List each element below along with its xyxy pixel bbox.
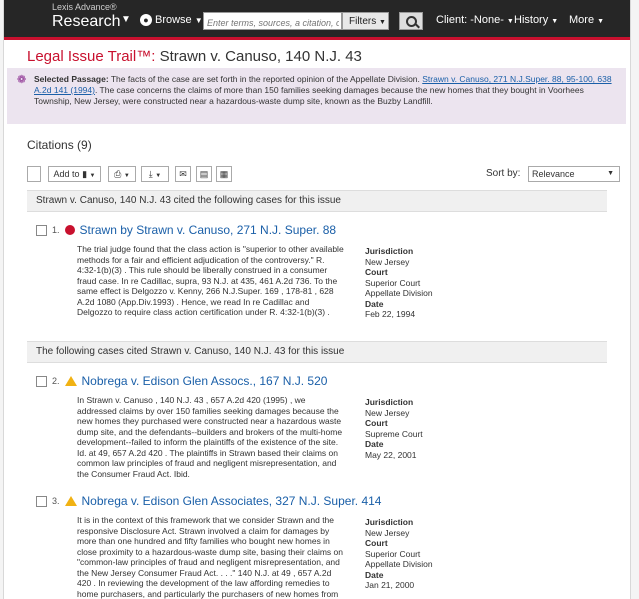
history-menu[interactable]: History ▼ <box>514 14 558 26</box>
red-warning-icon[interactable] <box>64 225 75 235</box>
search-box <box>203 12 342 32</box>
date-value: May 22, 2001 <box>365 449 417 460</box>
chevron-down-icon: ▼ <box>597 18 605 25</box>
chevron-down-icon: ▼ <box>155 173 162 179</box>
add-to-label: Add to <box>53 169 80 179</box>
brand-subtitle: Lexis Advance® <box>52 2 117 12</box>
sort-value: Relevance <box>532 169 575 179</box>
jurisdiction-value: New Jersey <box>365 527 410 538</box>
top-navigation-bar: Lexis Advance® Research ▼ ● Browse ▼ Fil… <box>4 0 630 37</box>
date-label: Date <box>365 439 384 449</box>
case-title-link[interactable]: Nobrega v. Edison Glen Assocs., 167 N.J.… <box>82 374 328 388</box>
court-label: Court <box>365 267 388 277</box>
jurisdiction-value: New Jersey <box>365 256 410 267</box>
notes-icon: ▦ <box>219 169 229 179</box>
selected-passage: ❁ Selected Passage: The facts of the cas… <box>7 68 626 124</box>
chevron-down-icon[interactable]: ▼ <box>121 14 131 25</box>
page-title: Legal Issue Trail™: Strawn v. Canuso, 14… <box>27 48 362 65</box>
passage-icon: ❁ <box>17 74 27 86</box>
court-label: Court <box>365 418 388 428</box>
page: Lexis Advance® Research ▼ ● Browse ▼ Fil… <box>3 0 631 599</box>
add-to-button[interactable]: Add to ▮ ▼ <box>48 166 101 182</box>
date-value: Jan 21, 2000 <box>365 580 415 590</box>
globe-icon: ● <box>140 14 152 26</box>
title-case: Strawn v. Canuso, 140 N.J. 43 <box>155 48 362 65</box>
date-value: Feb 22, 1994 <box>365 309 416 319</box>
brand-title: Research <box>52 13 121 30</box>
print-icon: ⎙ <box>114 169 122 179</box>
filters-button[interactable]: Filters ▼ <box>342 12 389 30</box>
sort-select[interactable]: Relevance ▼ <box>528 166 620 182</box>
chevron-down-icon: ▼ <box>194 15 203 25</box>
chevron-down-icon: ▼ <box>89 173 96 179</box>
case-metadata: Jurisdiction New Jersey Court Superior C… <box>365 517 505 591</box>
item-checkbox[interactable] <box>36 495 47 507</box>
case-metadata: Jurisdiction New Jersey Court Superior C… <box>365 246 505 320</box>
item-number: 1. <box>52 225 60 235</box>
chevron-down-icon: ▼ <box>123 173 130 179</box>
email-icon: ✉ <box>179 169 187 179</box>
court-value: Superior Court Appellate Division <box>365 277 433 299</box>
results-toolbar: Add to ▮ ▼ ⎙ ▼ ⤓ ▼ ✉ ▤ ▦ Sort by: Releva… <box>27 164 620 186</box>
browse-menu[interactable]: ● Browse ▼ <box>140 14 203 26</box>
history-label: History <box>514 14 549 26</box>
jurisdiction-value: New Jersey <box>365 407 410 418</box>
chevron-down-icon: ▼ <box>506 18 514 25</box>
chevron-down-icon: ▼ <box>379 19 386 26</box>
notes-button[interactable]: ▦ <box>216 166 232 182</box>
client-label: Client: -None- <box>436 14 504 26</box>
caution-icon[interactable] <box>64 496 77 506</box>
more-menu[interactable]: More ▼ <box>569 14 604 26</box>
jurisdiction-label: Jurisdiction <box>365 397 414 407</box>
case-snippet: The trial judge found that the class act… <box>77 244 344 317</box>
header-divider <box>4 37 630 40</box>
product-switcher[interactable]: Lexis Advance® Research <box>52 2 120 32</box>
passage-text: . The case concerns the claims of more t… <box>34 85 584 106</box>
passage-label: Selected Passage: <box>34 74 109 84</box>
section-header-cited: Strawn v. Canuso, 140 N.J. 43 cited the … <box>27 190 607 212</box>
passage-text: The facts of the case are set forth in t… <box>108 74 423 84</box>
sort-label: Sort by: <box>486 168 521 179</box>
chevron-down-icon: ▼ <box>551 18 559 25</box>
caution-icon[interactable] <box>64 376 77 386</box>
date-label: Date <box>365 569 384 580</box>
item-number: 2. <box>52 376 60 386</box>
court-label: Court <box>365 538 388 548</box>
citations-heading: Citations (9) <box>27 138 92 152</box>
search-button[interactable] <box>399 12 423 30</box>
case-title-link[interactable]: Strawn by Strawn v. Canuso, 271 N.J. Sup… <box>80 223 337 237</box>
client-menu[interactable]: Client: -None- ▼ <box>436 14 514 26</box>
document-icon: ▤ <box>199 169 209 179</box>
more-label: More <box>569 14 595 26</box>
folder-icon: ▮ <box>82 169 88 179</box>
download-button[interactable]: ⤓ ▼ <box>141 166 169 182</box>
case-snippet: It is in the context of this framework t… <box>77 515 343 599</box>
search-input[interactable] <box>204 14 342 32</box>
email-button[interactable]: ✉ <box>175 166 191 182</box>
document-button[interactable]: ▤ <box>196 166 212 182</box>
chevron-down-icon: ▼ <box>607 170 614 177</box>
court-value: Supreme Court <box>365 428 423 439</box>
jurisdiction-label: Jurisdiction <box>365 517 414 527</box>
title-prefix: Legal Issue Trail™: <box>27 48 156 65</box>
select-all-checkbox[interactable] <box>27 166 41 182</box>
section-header-citing: The following cases cited Strawn v. Canu… <box>27 341 607 363</box>
browse-label: Browse <box>155 14 192 26</box>
case-snippet: In Strawn v. Canuso , 140 N.J. 43 , 657 … <box>77 395 343 479</box>
item-checkbox[interactable] <box>36 375 47 387</box>
case-title-link[interactable]: Nobrega v. Edison Glen Associates, 327 N… <box>82 494 382 508</box>
date-label: Date <box>365 298 384 309</box>
jurisdiction-label: Jurisdiction <box>365 246 414 256</box>
court-value: Superior Court Appellate Division <box>365 548 433 570</box>
item-checkbox[interactable] <box>36 224 47 236</box>
case-metadata: Jurisdiction New Jersey Court Supreme Co… <box>365 397 505 460</box>
filters-label: Filters <box>349 16 377 27</box>
download-icon: ⤓ <box>148 169 153 179</box>
item-number: 3. <box>52 496 60 506</box>
print-button[interactable]: ⎙ ▼ <box>108 166 136 182</box>
